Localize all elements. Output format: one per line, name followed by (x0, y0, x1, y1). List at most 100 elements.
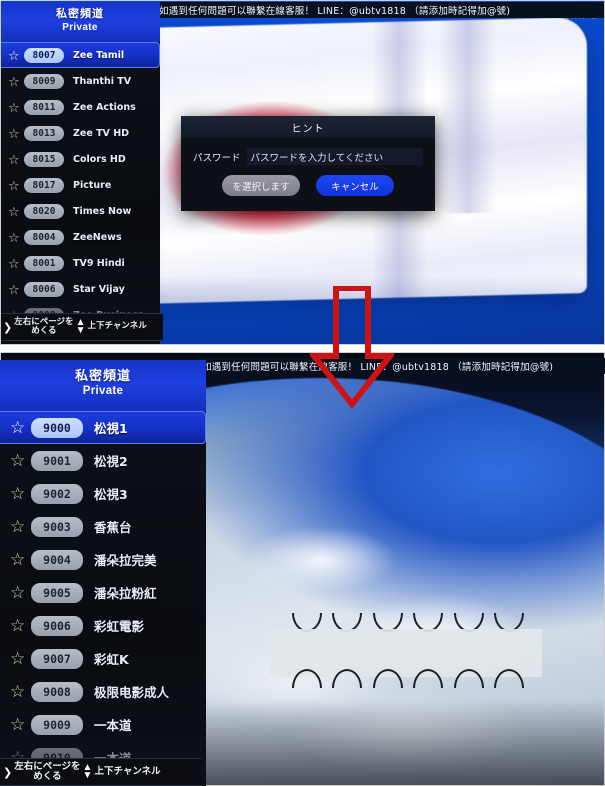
channel-name: Thanthi TV (73, 75, 132, 87)
channel-number: 9009 (31, 714, 83, 735)
channel-name: 松視2 (94, 454, 128, 469)
channel-row[interactable]: ☆ 9009 一本道 (0, 708, 206, 741)
favorite-star-icon[interactable]: ☆ (8, 179, 24, 192)
channel-panel-header: 私密頻道 Private (0, 2, 160, 42)
channel-number: 8007 (24, 47, 64, 63)
channel-name: 香蕉台 (94, 520, 132, 535)
censor-bump (332, 668, 363, 688)
channel-number: 9007 (31, 648, 83, 669)
censor-bump (493, 668, 524, 688)
channel-list-top[interactable]: ☆ 8007 Zee Tamil ☆ 8009 Thanthi TV ☆ 8011 Zee Ac… (0, 42, 160, 345)
channel-number: 9008 (31, 681, 83, 702)
censor-bump (372, 668, 403, 688)
censor-bump (413, 668, 444, 688)
favorite-star-icon[interactable]: ☆ (8, 231, 24, 244)
channel-name: Zee TV HD (73, 127, 130, 139)
channel-row[interactable]: ☆ 9007 彩虹K (0, 642, 206, 675)
channel-name: 彩虹K (94, 652, 129, 667)
favorite-star-icon[interactable]: ☆ (10, 485, 31, 502)
channel-number: 9005 (31, 582, 83, 603)
channel-number: 8015 (24, 151, 64, 167)
dialog-title: ヒント (181, 116, 435, 138)
panel-title-en: Private (62, 22, 98, 33)
channel-name: Colors HD (73, 153, 126, 165)
channel-row[interactable]: ☆ 9000 松視1 (0, 411, 206, 444)
favorite-star-icon[interactable]: ☆ (10, 419, 31, 436)
service-marquee-bottom: 如遇到任何問題可以聯繫在線客服！ LINE：@ubtv1818 （請添加時記得加… (198, 358, 605, 374)
favorite-star-icon[interactable]: ☆ (8, 101, 24, 114)
channel-number: 8004 (24, 229, 64, 245)
channel-number: 9001 (31, 450, 83, 471)
channel-row[interactable]: ☆ 8011 Zee Actions (0, 94, 160, 120)
channel-number: 8017 (24, 177, 64, 193)
service-marquee-top: 如遇到任何問題可以聯繫在線客服！ LINE：@ubtv1818 （請添加時記得加… (155, 2, 605, 18)
channel-number: 8011 (24, 99, 64, 115)
channel-row[interactable]: ☆ 9005 潘朵拉粉紅 (0, 576, 206, 609)
channel-name: 松視1 (94, 421, 128, 436)
channel-number: 9004 (31, 549, 83, 570)
screenshot-root: NHK G 如遇到任何問題可以聯繫在線客服！ LINE：@ubtv1818 （請… (0, 0, 605, 786)
channel-number: 8020 (24, 203, 64, 219)
channel-row[interactable]: ☆ 9004 潘朵拉完美 (0, 543, 206, 576)
favorite-star-icon[interactable]: ☆ (10, 716, 31, 733)
confirm-button[interactable]: を選択します (222, 175, 300, 196)
chevron-right-icon: ❯ (3, 766, 13, 779)
favorite-star-icon[interactable]: ☆ (8, 75, 24, 88)
channel-number: 9003 (31, 516, 83, 537)
channel-row[interactable]: ☆ 8001 TV9 Hindi (0, 250, 160, 276)
cancel-button[interactable]: キャンセル (316, 175, 394, 196)
channel-number: 9002 (31, 483, 83, 504)
channel-row[interactable]: ☆ 8013 Zee TV HD (0, 120, 160, 146)
chevron-right-icon: ❯ (3, 321, 13, 334)
channel-row[interactable]: ☆ 8017 Picture (0, 172, 160, 198)
photo-separator (0, 345, 605, 352)
channel-name: Star Vijay (73, 283, 125, 295)
password-input[interactable]: パスワードを入力してください (246, 148, 423, 165)
channel-row[interactable]: ☆ 8004 ZeeNews (0, 224, 160, 250)
favorite-star-icon[interactable]: ☆ (8, 153, 24, 166)
channel-row[interactable]: ☆ 8015 Colors HD (0, 146, 160, 172)
channel-number: 9006 (31, 615, 83, 636)
channel-row[interactable]: ☆ 8009 Thanthi TV (0, 68, 160, 94)
nav-hint-bar-bottom: ❯ 左右にページを めくる ▲ ▼ 上下チャンネル (0, 758, 202, 786)
favorite-star-icon[interactable]: ☆ (8, 127, 24, 140)
favorite-star-icon[interactable]: ☆ (10, 584, 31, 601)
channel-name: Zee Actions (73, 101, 136, 113)
favorite-star-icon[interactable]: ☆ (10, 551, 31, 568)
favorite-star-icon[interactable]: ☆ (8, 283, 24, 296)
channel-row[interactable]: ☆ 9002 松視3 (0, 477, 206, 510)
channel-name: Times Now (73, 205, 132, 217)
favorite-star-icon[interactable]: ☆ (10, 650, 31, 667)
channel-row[interactable]: ☆ 9003 香蕉台 (0, 510, 206, 543)
page-turn-hint-line2: めくる (31, 326, 57, 336)
channel-list-bottom[interactable]: ☆ 9000 松視1 ☆ 9001 松視2 ☆ 9002 松視3 ☆ 9003 香蕉台 ☆ 9004 潘朵拉… (0, 411, 206, 786)
channel-name: Zee Tamil (73, 49, 125, 61)
panel-title-cn: 私密頻道 (74, 369, 131, 384)
photo-top-tv: NHK G 如遇到任何問題可以聯繫在線客服！ LINE：@ubtv1818 （請… (0, 0, 605, 345)
channel-row[interactable]: ☆ 8006 Star Vijay (0, 276, 160, 302)
password-dialog[interactable]: ヒント パスワード パスワードを入力してください を選択します キャンセル (181, 116, 435, 211)
favorite-star-icon[interactable]: ☆ (10, 518, 31, 535)
favorite-star-icon[interactable]: ☆ (8, 49, 24, 62)
favorite-star-icon[interactable]: ☆ (8, 205, 24, 218)
channel-number: 8001 (24, 255, 64, 271)
up-down-icon: ▲ ▼ (82, 761, 93, 781)
favorite-star-icon[interactable]: ☆ (10, 452, 31, 469)
page-turn-hint: 左右にページを めくる (14, 317, 73, 336)
channel-row[interactable]: ☆ 9008 极限电影成人 (0, 675, 206, 708)
channel-row[interactable]: ☆ 9006 彩虹電影 (0, 609, 206, 642)
channel-panel-top[interactable]: 私密頻道 Private ☆ 8007 Zee Tamil ☆ 8009 Thanthi … (0, 2, 160, 345)
favorite-star-icon[interactable]: ☆ (10, 683, 31, 700)
channel-row[interactable]: ☆ 8020 Times Now (0, 198, 160, 224)
channel-row[interactable]: ☆ 8007 Zee Tamil (0, 42, 160, 68)
channel-name: TV9 Hindi (73, 257, 125, 269)
channel-name: 潘朵拉粉紅 (94, 586, 157, 601)
channel-row[interactable]: ☆ 9001 松視2 (0, 444, 206, 477)
channel-name: 一本道 (94, 718, 132, 733)
favorite-star-icon[interactable]: ☆ (8, 257, 24, 270)
favorite-star-icon[interactable]: ☆ (10, 617, 31, 634)
channel-updown-hint: 上下チャンネル (94, 765, 161, 777)
channel-panel-bottom[interactable]: 私密頻道 Private ☆ 9000 松視1 ☆ 9001 松視2 ☆ 9002 松視3 ☆ 90… (0, 360, 206, 786)
channel-name: 极限电影成人 (94, 685, 170, 700)
page-turn-hint-line2: めくる (33, 771, 62, 782)
